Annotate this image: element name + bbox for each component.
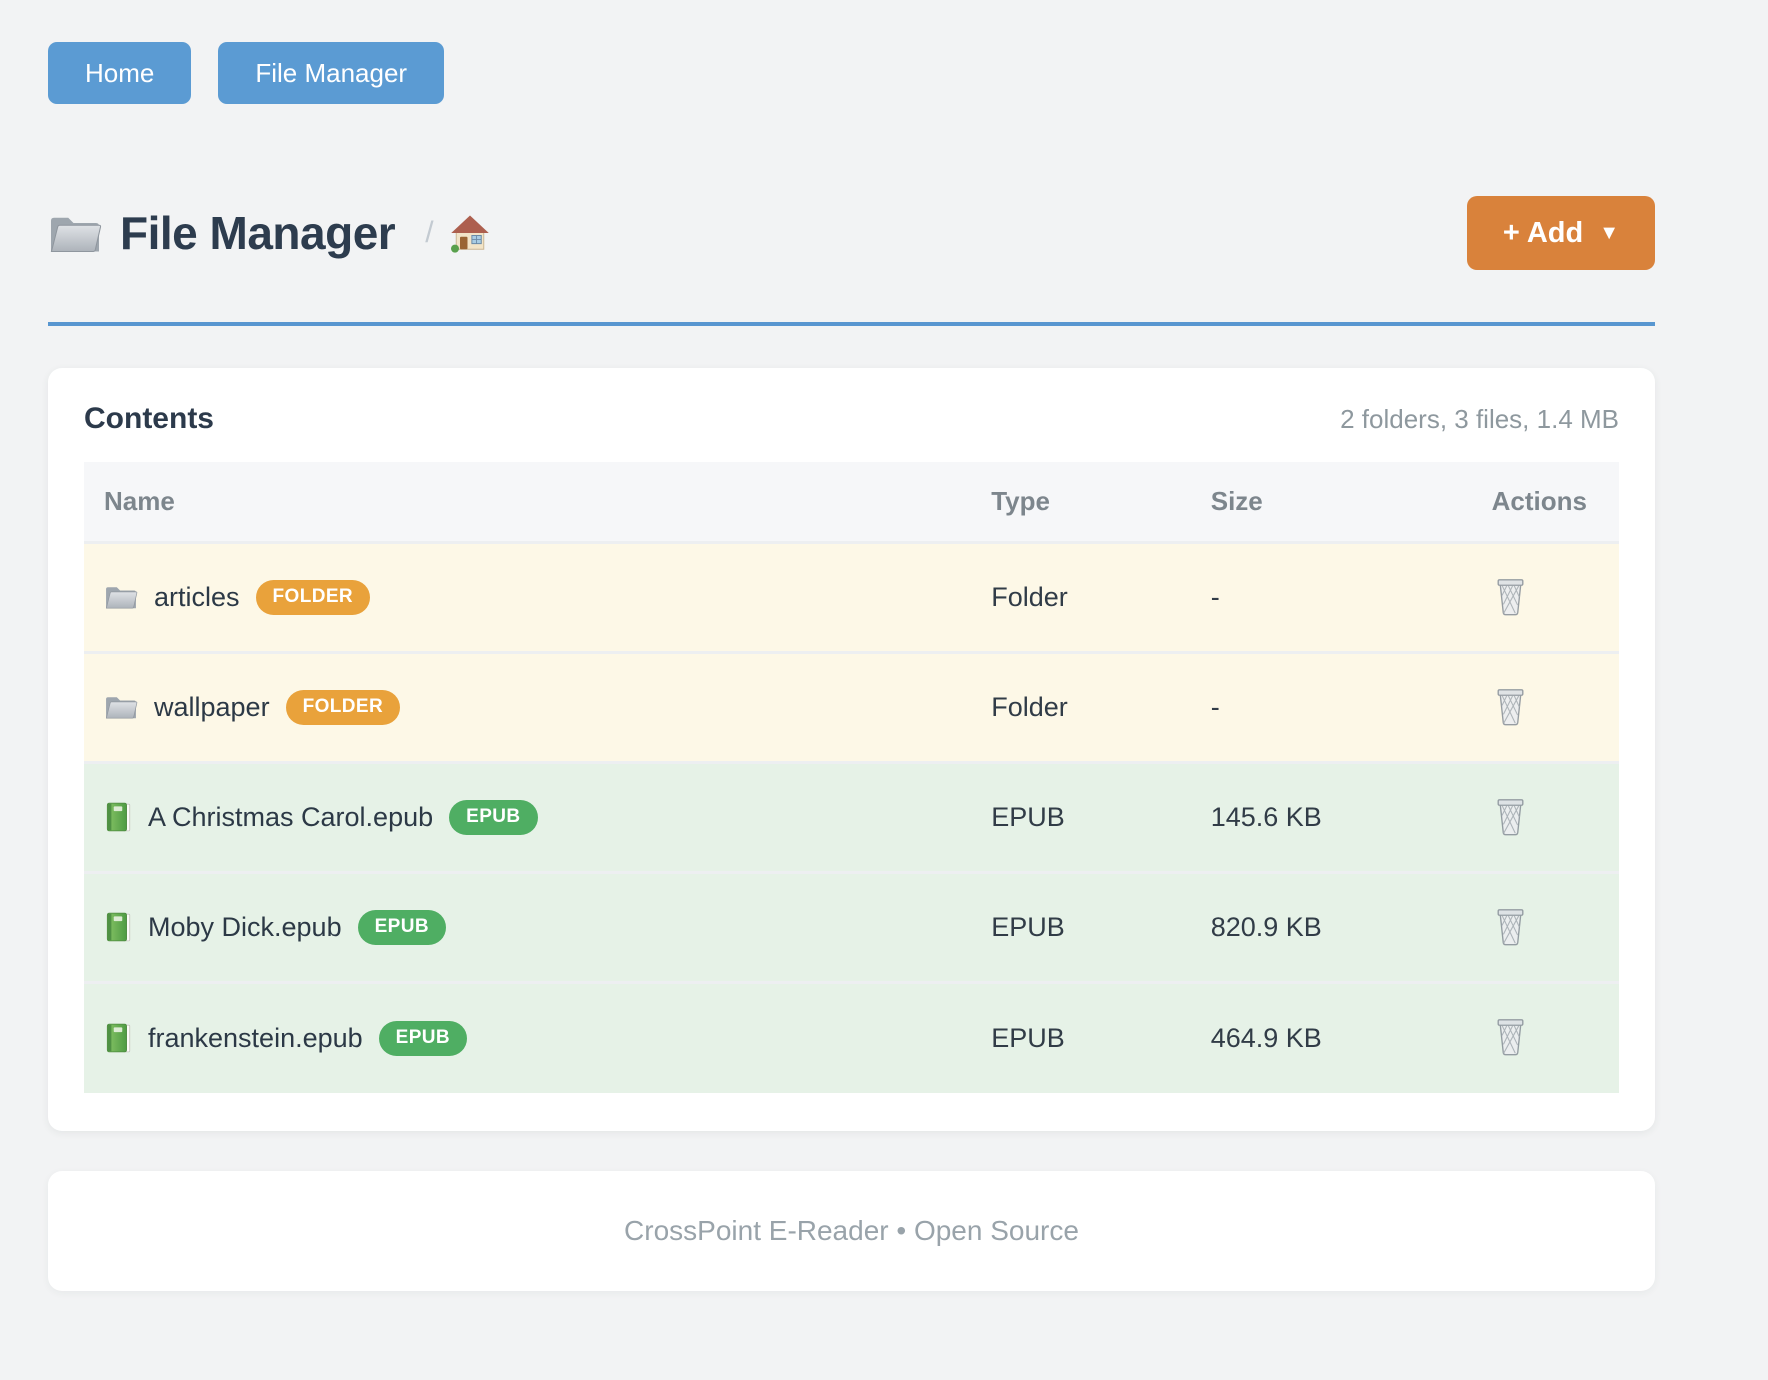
breadcrumb: / (425, 213, 489, 253)
folder-icon (104, 693, 138, 721)
delete-button[interactable] (1492, 683, 1529, 728)
file-type: Folder (971, 543, 1191, 653)
page-header: File Manager / + Add ▼ (48, 196, 1655, 270)
book-icon (104, 1022, 132, 1054)
table-row: Moby Dick.epub EPUB EPUB 820.9 KB (84, 873, 1619, 983)
column-header-type: Type (971, 462, 1191, 543)
page-title: File Manager (120, 206, 395, 260)
file-name[interactable]: A Christmas Carol.epub (148, 802, 433, 833)
file-type: Folder (971, 653, 1191, 763)
file-name[interactable]: articles (154, 582, 240, 613)
page: Home File Manager File Manager / + Add ▼… (0, 0, 1768, 1380)
column-header-size: Size (1191, 462, 1472, 543)
trash-icon (1494, 795, 1527, 836)
file-type: EPUB (971, 983, 1191, 1093)
trash-icon (1494, 575, 1527, 616)
breadcrumb-separator: / (425, 216, 433, 250)
table-row: articles FOLDER Folder - (84, 543, 1619, 653)
add-button-label: + Add (1503, 217, 1583, 250)
contents-card: Contents 2 folders, 3 files, 1.4 MB Name… (48, 368, 1655, 1131)
epub-badge: EPUB (379, 1021, 467, 1056)
trash-icon (1494, 685, 1527, 726)
delete-button[interactable] (1492, 903, 1529, 948)
table-header-row: Name Type Size Actions (84, 462, 1619, 543)
contents-summary: 2 folders, 3 files, 1.4 MB (1340, 404, 1619, 435)
file-size: - (1191, 653, 1472, 763)
folder-icon (104, 583, 138, 611)
chevron-down-icon: ▼ (1599, 223, 1619, 243)
epub-badge: EPUB (358, 910, 446, 945)
table-row: frankenstein.epub EPUB EPUB 464.9 KB (84, 983, 1619, 1093)
folder-badge: FOLDER (286, 690, 401, 725)
table-row: A Christmas Carol.epub EPUB EPUB 145.6 K… (84, 763, 1619, 873)
folder-icon (48, 211, 102, 256)
delete-button[interactable] (1492, 793, 1529, 838)
footer-text: CrossPoint E-Reader • Open Source (624, 1215, 1079, 1247)
trash-icon (1494, 1015, 1527, 1056)
book-icon (104, 911, 132, 943)
title-divider (48, 322, 1655, 326)
file-type: EPUB (971, 873, 1191, 983)
file-size: 820.9 KB (1191, 873, 1472, 983)
file-size: 145.6 KB (1191, 763, 1472, 873)
delete-button[interactable] (1492, 573, 1529, 618)
file-size: 464.9 KB (1191, 983, 1472, 1093)
book-icon (104, 801, 132, 833)
table-row: wallpaper FOLDER Folder - (84, 653, 1619, 763)
files-table: Name Type Size Actions articles FOLDER F… (84, 462, 1619, 1093)
nav-home-button[interactable]: Home (48, 42, 191, 104)
footer-card: CrossPoint E-Reader • Open Source (48, 1171, 1655, 1291)
file-name[interactable]: Moby Dick.epub (148, 912, 342, 943)
add-button[interactable]: + Add ▼ (1467, 196, 1655, 270)
trash-icon (1494, 905, 1527, 946)
delete-button[interactable] (1492, 1013, 1529, 1058)
file-name[interactable]: wallpaper (154, 692, 270, 723)
file-size: - (1191, 543, 1472, 653)
folder-badge: FOLDER (256, 580, 371, 615)
column-header-actions: Actions (1472, 462, 1619, 543)
house-icon[interactable] (450, 213, 490, 253)
epub-badge: EPUB (449, 800, 537, 835)
top-nav: Home File Manager (48, 42, 1655, 104)
nav-file-manager-button[interactable]: File Manager (218, 42, 444, 104)
file-name[interactable]: frankenstein.epub (148, 1023, 363, 1054)
file-type: EPUB (971, 763, 1191, 873)
column-header-name: Name (84, 462, 971, 543)
contents-heading: Contents (84, 402, 214, 436)
